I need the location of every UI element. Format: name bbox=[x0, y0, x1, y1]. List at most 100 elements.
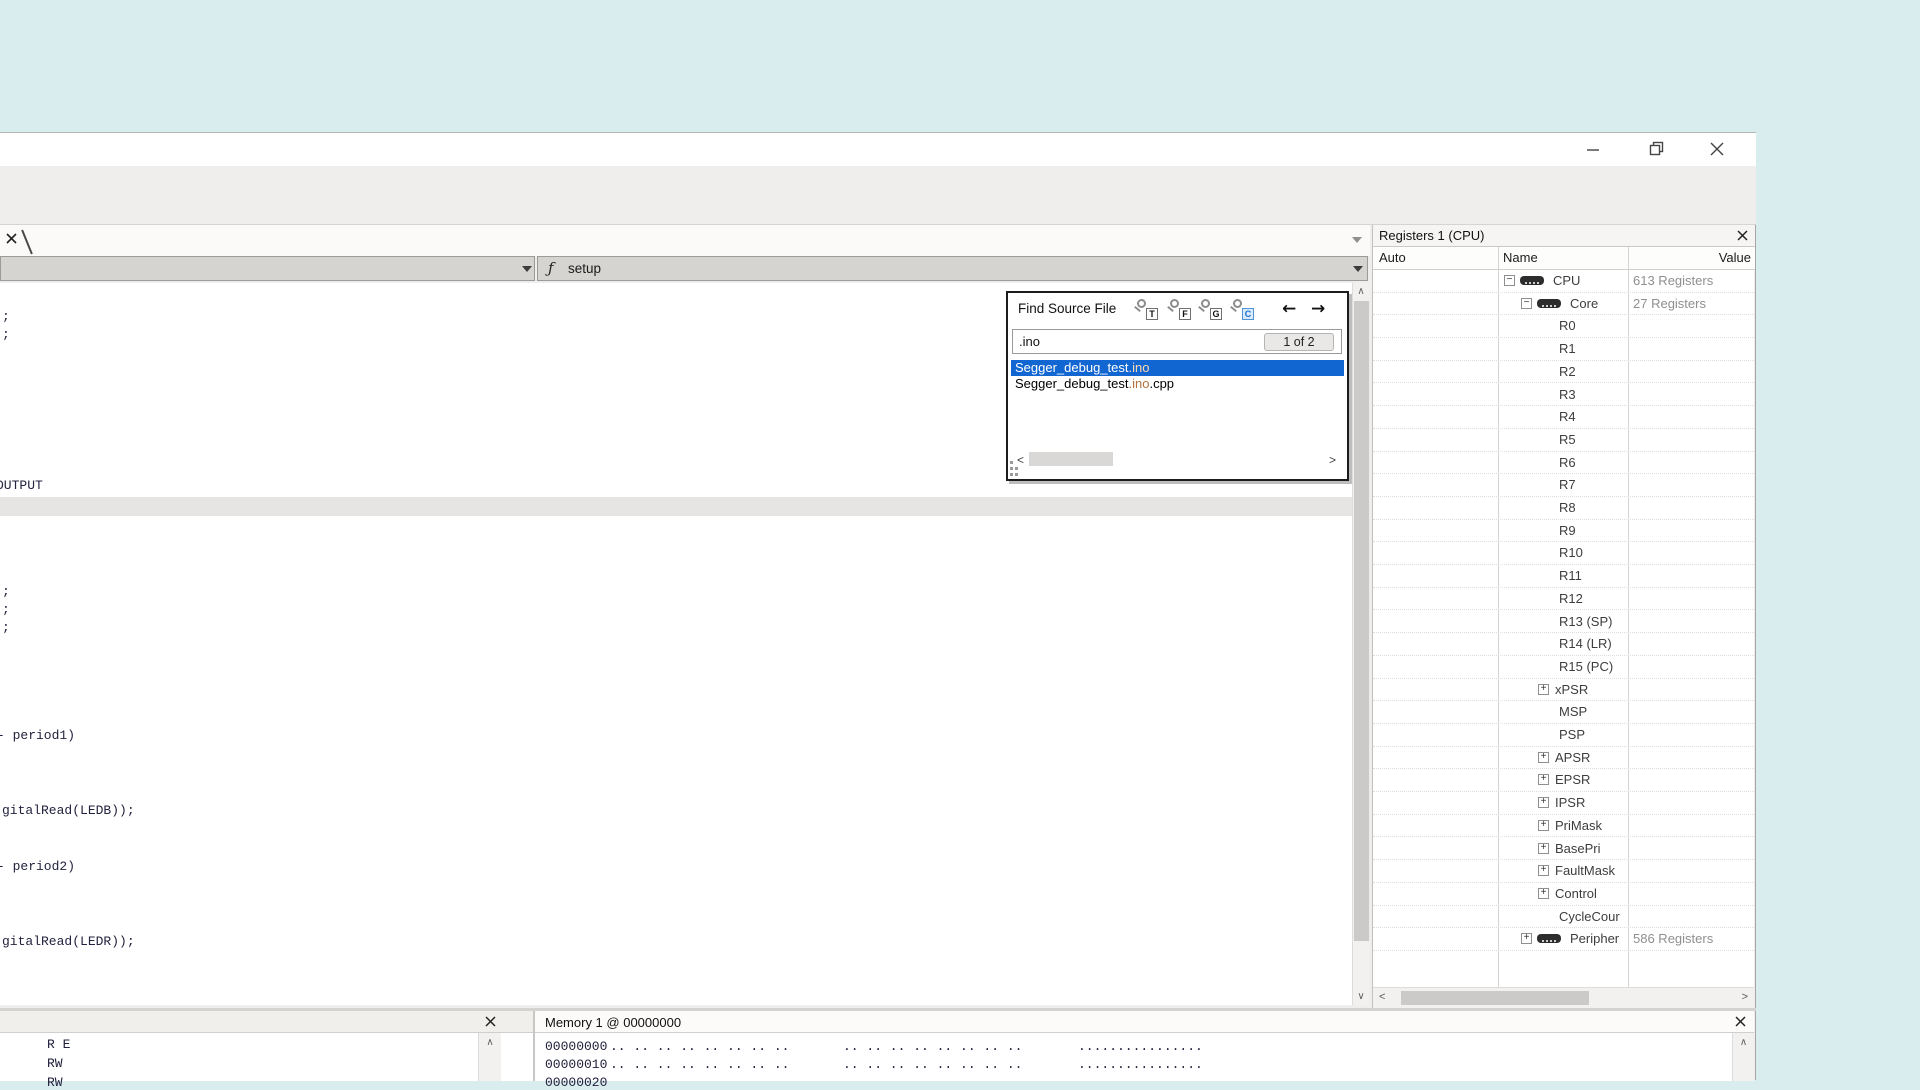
title-bar bbox=[0, 133, 1756, 166]
scroll-left-icon[interactable]: < bbox=[1017, 453, 1024, 467]
expand-box-icon[interactable]: + bbox=[1538, 774, 1549, 785]
expand-box-icon[interactable]: + bbox=[1538, 797, 1549, 808]
scroll-right-icon[interactable]: > bbox=[1329, 453, 1336, 467]
left-panel-header[interactable] bbox=[0, 1011, 533, 1033]
find-result-item[interactable]: Segger_debug_test.ino bbox=[1011, 360, 1344, 376]
expand-box-icon[interactable]: + bbox=[1538, 820, 1549, 831]
register-row[interactable]: R9 bbox=[1373, 520, 1755, 543]
memory-address: 00000010 bbox=[545, 1057, 607, 1072]
register-row[interactable]: +IPSR bbox=[1373, 792, 1755, 815]
find-prev-button[interactable]: ← bbox=[1282, 299, 1296, 319]
minimize-button[interactable] bbox=[1578, 137, 1608, 161]
register-row[interactable]: R4 bbox=[1373, 406, 1755, 429]
register-row[interactable]: + FaultMask bbox=[1373, 860, 1755, 883]
memory-hex: .. .. .. .. .. .. .. .. bbox=[610, 1057, 789, 1072]
register-row[interactable]: R13 (SP) bbox=[1373, 611, 1755, 634]
expand-box-icon[interactable]: + bbox=[1538, 865, 1549, 876]
expand-box-icon[interactable]: + bbox=[1521, 933, 1532, 944]
register-row[interactable]: R10 bbox=[1373, 542, 1755, 565]
left-panel-vscrollbar[interactable]: ∧ bbox=[478, 1033, 501, 1081]
register-row[interactable]: −Core27 Registers bbox=[1373, 293, 1755, 316]
register-row[interactable]: PSP bbox=[1373, 724, 1755, 747]
scroll-right-icon[interactable]: > bbox=[1742, 991, 1748, 1003]
register-row[interactable]: R5 bbox=[1373, 429, 1755, 452]
registers-hscrollbar-thumb[interactable] bbox=[1401, 991, 1589, 1005]
scroll-up-icon[interactable]: ∧ bbox=[479, 1037, 501, 1048]
memory-close-button[interactable] bbox=[1734, 1015, 1747, 1033]
register-row[interactable]: +EPSR bbox=[1373, 769, 1755, 792]
register-row[interactable]: R14 (LR) bbox=[1373, 633, 1755, 656]
column-name[interactable]: Name bbox=[1503, 250, 1538, 265]
find-filter-f-button[interactable]: F bbox=[1167, 298, 1191, 322]
register-row[interactable]: R15 (PC) bbox=[1373, 656, 1755, 679]
register-row[interactable]: R6 bbox=[1373, 452, 1755, 475]
find-result-item[interactable]: Segger_debug_test.ino.cpp bbox=[1011, 376, 1344, 392]
register-value: 586 Registers bbox=[1633, 931, 1751, 946]
memory-vscrollbar[interactable]: ∧ bbox=[1732, 1033, 1754, 1081]
register-row[interactable]: +BasePri bbox=[1373, 838, 1755, 861]
find-hscrollbar-thumb[interactable] bbox=[1029, 452, 1113, 466]
left-panel-close-button[interactable] bbox=[484, 1015, 497, 1033]
register-row[interactable]: R2 bbox=[1373, 361, 1755, 384]
register-row[interactable]: +Peripher586 Registers bbox=[1373, 928, 1755, 951]
registers-panel-header[interactable]: Registers 1 (CPU) bbox=[1373, 225, 1755, 247]
register-row[interactable]: −CPU613 Registers bbox=[1373, 270, 1755, 293]
register-name: FaultMask bbox=[1555, 863, 1615, 878]
find-next-button[interactable]: → bbox=[1311, 299, 1325, 319]
expand-box-icon[interactable]: + bbox=[1538, 843, 1549, 854]
function-combo[interactable]: ƒ setup bbox=[537, 256, 1368, 281]
register-row[interactable]: R11 bbox=[1373, 565, 1755, 588]
register-row[interactable]: +xPSR bbox=[1373, 679, 1755, 702]
register-row[interactable]: R3 bbox=[1373, 384, 1755, 407]
register-row[interactable]: + APSR bbox=[1373, 747, 1755, 770]
register-row[interactable]: R7 bbox=[1373, 474, 1755, 497]
column-value[interactable]: Value bbox=[1613, 250, 1751, 265]
file-combo-arrow-icon[interactable] bbox=[522, 266, 532, 272]
tab-close-button[interactable] bbox=[5, 232, 18, 250]
close-button[interactable] bbox=[1702, 137, 1732, 161]
registers-hscrollbar[interactable]: < > bbox=[1373, 987, 1754, 1008]
find-query-input[interactable]: .ino 1 of 2 bbox=[1012, 329, 1342, 354]
tab-edge[interactable] bbox=[21, 230, 33, 255]
collapse-box-icon[interactable]: − bbox=[1521, 298, 1532, 309]
find-hscrollbar[interactable]: < > bbox=[1011, 449, 1344, 473]
scroll-up-icon[interactable]: ∧ bbox=[1353, 286, 1369, 297]
registers-column-header[interactable]: Auto Name Value bbox=[1373, 247, 1755, 270]
registers-close-button[interactable] bbox=[1736, 229, 1749, 247]
toolbar-strip bbox=[0, 166, 1756, 225]
code-fragment: ; bbox=[2, 584, 10, 599]
register-row[interactable]: CycleCour bbox=[1373, 906, 1755, 929]
editor-vscrollbar[interactable]: ∧ ∨ bbox=[1352, 283, 1369, 1005]
scroll-down-icon[interactable]: ∨ bbox=[1353, 991, 1369, 1002]
filter-letter-badge: F bbox=[1179, 308, 1191, 320]
find-filter-t-button[interactable]: T bbox=[1134, 298, 1158, 322]
register-name: APSR bbox=[1555, 750, 1590, 765]
code-fragment: - period1) bbox=[0, 728, 75, 743]
collapse-box-icon[interactable]: − bbox=[1504, 275, 1515, 286]
editor-vscrollbar-thumb[interactable] bbox=[1354, 301, 1369, 941]
register-row[interactable]: R8 bbox=[1373, 497, 1755, 520]
scroll-left-icon[interactable]: < bbox=[1379, 991, 1385, 1003]
file-combo[interactable] bbox=[0, 256, 535, 281]
register-row[interactable]: R1 bbox=[1373, 338, 1755, 361]
expand-box-icon[interactable]: + bbox=[1538, 888, 1549, 899]
function-combo-arrow-icon[interactable] bbox=[1353, 266, 1363, 272]
restore-icon bbox=[1649, 141, 1665, 157]
find-filter-c-button[interactable]: C bbox=[1230, 298, 1254, 322]
register-row[interactable]: R0 bbox=[1373, 315, 1755, 338]
register-row[interactable]: +PriMask bbox=[1373, 815, 1755, 838]
expand-box-icon[interactable]: + bbox=[1538, 752, 1549, 763]
expand-box-icon[interactable]: + bbox=[1538, 684, 1549, 695]
result-match: .ino bbox=[1128, 376, 1149, 391]
find-filter-g-button[interactable]: G bbox=[1198, 298, 1222, 322]
memory-panel-header[interactable]: Memory 1 @ 00000000 bbox=[535, 1011, 1754, 1033]
column-auto[interactable]: Auto bbox=[1379, 250, 1406, 265]
register-row[interactable]: R12 bbox=[1373, 588, 1755, 611]
scroll-up-icon[interactable]: ∧ bbox=[1733, 1037, 1754, 1048]
tab-list-dropdown-icon[interactable] bbox=[1352, 237, 1362, 243]
register-row[interactable]: +Control bbox=[1373, 883, 1755, 906]
left-panel-content[interactable] bbox=[0, 1033, 533, 1081]
register-row[interactable]: MSP bbox=[1373, 701, 1755, 724]
restore-button[interactable] bbox=[1642, 137, 1672, 161]
result-prefix: Segger_debug_test bbox=[1015, 360, 1128, 375]
